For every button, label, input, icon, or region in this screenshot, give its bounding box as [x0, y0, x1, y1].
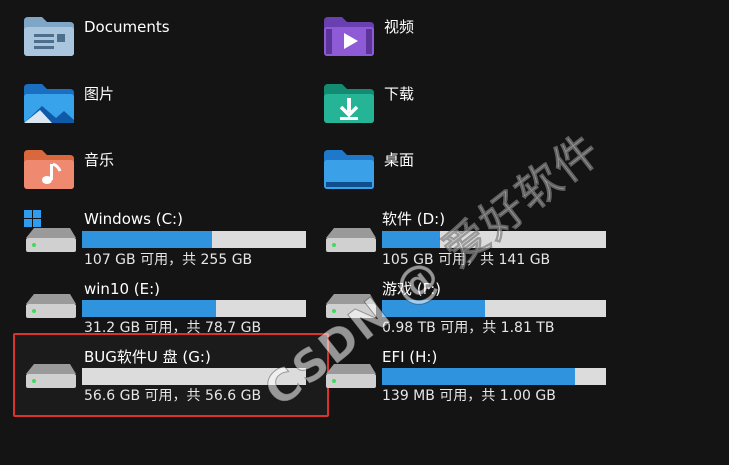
- capacity-bar-fill: [82, 231, 212, 248]
- drive-d[interactable]: 软件 (D:) 105 GB 可用，共 141 GB: [322, 208, 612, 270]
- drive-label: 软件 (D:): [382, 210, 446, 228]
- capacity-bar-fill: [382, 231, 441, 248]
- capacity-text: 31.2 GB 可用，共 78.7 GB: [84, 320, 262, 336]
- drive-label: 游戏 (F:): [382, 280, 441, 298]
- capacity-text: 139 MB 可用，共 1.00 GB: [382, 388, 556, 404]
- drive-h[interactable]: EFI (H:) 139 MB 可用，共 1.00 GB: [322, 346, 612, 408]
- desktop-folder-icon: [324, 150, 374, 189]
- hard-drive-icon: [326, 294, 376, 318]
- capacity-bar: [382, 231, 606, 248]
- drive-label: EFI (H:): [382, 348, 438, 366]
- capacity-text: 0.98 TB 可用，共 1.81 TB: [382, 320, 555, 336]
- windows-drive-icon: [24, 210, 76, 252]
- capacity-bar-fill: [82, 300, 217, 317]
- capacity-bar: [382, 368, 606, 385]
- drive-g[interactable]: BUG软件U 盘 (G:) 56.6 GB 可用，共 56.6 GB: [22, 346, 312, 408]
- capacity-bar: [382, 300, 606, 317]
- folder-desktop[interactable]: 桌面: [322, 148, 602, 193]
- drive-e[interactable]: win10 (E:) 31.2 GB 可用，共 78.7 GB: [22, 278, 312, 340]
- hard-drive-icon: [26, 294, 76, 318]
- usb-drive-icon: [26, 364, 76, 388]
- pictures-folder-icon: [24, 84, 74, 123]
- drive-label: win10 (E:): [84, 280, 161, 298]
- drive-f[interactable]: 游戏 (F:) 0.98 TB 可用，共 1.81 TB: [322, 278, 612, 340]
- capacity-bar: [82, 231, 306, 248]
- downloads-folder-icon: [324, 84, 374, 123]
- capacity-text: 105 GB 可用，共 141 GB: [382, 252, 551, 268]
- folder-label: Documents: [84, 18, 170, 36]
- folder-label: 视频: [384, 18, 415, 36]
- drive-label: Windows (C:): [84, 210, 183, 228]
- capacity-bar: [82, 300, 306, 317]
- drive-c[interactable]: Windows (C:) 107 GB 可用，共 255 GB: [22, 208, 312, 270]
- folder-videos[interactable]: 视频: [322, 15, 602, 60]
- folder-label: 音乐: [84, 151, 115, 169]
- folder-documents[interactable]: Documents: [22, 15, 302, 60]
- drive-label: BUG软件U 盘 (G:): [84, 348, 211, 366]
- folder-label: 图片: [84, 85, 115, 103]
- folder-pictures[interactable]: 图片: [22, 82, 302, 127]
- folder-label: 桌面: [384, 151, 415, 169]
- capacity-text: 107 GB 可用，共 255 GB: [84, 252, 253, 268]
- hard-drive-icon: [326, 228, 376, 252]
- capacity-text: 56.6 GB 可用，共 56.6 GB: [84, 388, 262, 404]
- hard-drive-icon: [326, 364, 376, 388]
- folder-downloads[interactable]: 下载: [322, 82, 602, 127]
- videos-folder-icon: [324, 17, 374, 56]
- folder-label: 下载: [384, 85, 415, 103]
- capacity-bar: [82, 368, 306, 385]
- documents-folder-icon: [24, 17, 74, 56]
- folder-music[interactable]: 音乐: [22, 148, 302, 193]
- capacity-bar-fill: [382, 300, 486, 317]
- music-folder-icon: [24, 150, 74, 189]
- capacity-bar-fill: [382, 368, 575, 385]
